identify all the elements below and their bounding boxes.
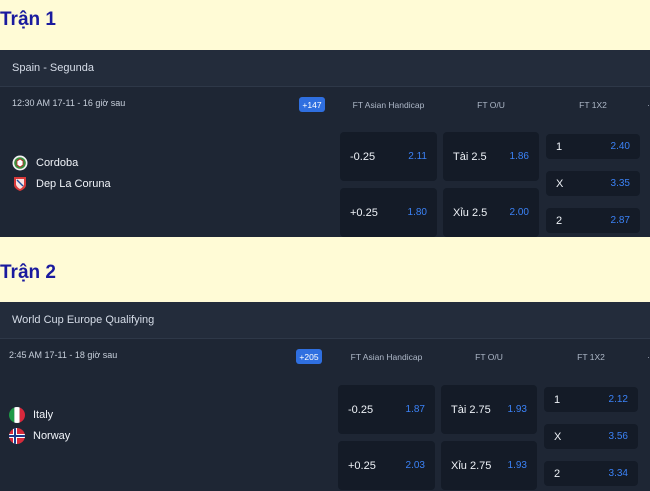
odds-cell-handicap-home[interactable]: -0.25 2.11 [340, 132, 437, 181]
odds-value: 1.87 [405, 404, 425, 415]
odds-label: 1 [554, 393, 561, 406]
odds-label: -0.25 [350, 150, 376, 163]
odds-cell-under[interactable]: Xỉu 2.5 2.00 [443, 188, 539, 237]
column-header-1x2: FT 1X2 [579, 100, 607, 110]
odds-value: 2.12 [608, 394, 628, 405]
section-match-1: Trận 1 Spain - Segunda 12:30 AM 17-11 - … [0, 0, 650, 237]
odds-label: -0.25 [348, 403, 374, 416]
odds-cell-1x2-home[interactable]: 1 2.12 [544, 387, 638, 412]
odds-cell-1x2-home[interactable]: 1 2.40 [546, 134, 640, 159]
team-away[interactable]: Dep La Coruna [12, 173, 111, 194]
section-header: Trận 2 [0, 237, 650, 302]
match-time: 12:30 AM 17-11 - 16 giờ sau [12, 98, 126, 108]
column-header-1x2: FT 1X2 [577, 352, 605, 362]
league-name: Spain - Segunda [12, 62, 94, 74]
teams-list: Cordoba Dep La Coruna [12, 152, 111, 194]
odds-value: 2.11 [408, 151, 427, 162]
odds-label: X [554, 430, 562, 443]
odds-cell-handicap-home[interactable]: -0.25 1.87 [338, 385, 435, 434]
match-time: 2:45 AM 17-11 - 18 giờ sau [9, 350, 118, 360]
odds-value: 1.86 [509, 151, 529, 162]
odds-value: 2.03 [405, 460, 425, 471]
match-card[interactable]: Spain - Segunda 12:30 AM 17-11 - 16 giờ … [0, 50, 650, 237]
odds-label: +0.25 [350, 206, 378, 219]
league-bar[interactable]: World Cup Europe Qualifying [0, 302, 650, 339]
league-name: World Cup Europe Qualifying [12, 314, 155, 326]
odds-cell-1x2-draw[interactable]: X 3.35 [546, 171, 640, 196]
odds-cell-handicap-away[interactable]: +0.25 1.80 [340, 188, 437, 237]
team-name: Dep La Coruna [36, 177, 111, 190]
italy-flag-icon [9, 406, 25, 423]
more-markets-button[interactable]: +205 [296, 349, 322, 364]
odds-label: 1 [556, 140, 563, 153]
odds-value: 1.80 [407, 207, 427, 218]
odds-label: 2 [556, 214, 563, 227]
league-bar[interactable]: Spain - Segunda [0, 50, 650, 87]
section-title: Trận 2 [0, 262, 56, 283]
section-title: Trận 1 [0, 9, 56, 30]
odds-value: 3.56 [608, 431, 628, 442]
odds-cell-1x2-away[interactable]: 2 3.34 [544, 461, 638, 486]
odds-label: Xỉu 2.75 [451, 459, 492, 472]
column-header-handicap: FT Asian Handicap [352, 100, 425, 110]
section-match-2: Trận 2 World Cup Europe Qualifying 2:45 … [0, 237, 650, 491]
odds-label: Tài 2.75 [451, 403, 491, 416]
odds-label: 2 [554, 467, 561, 480]
teams-list: Italy Norway [9, 404, 70, 446]
team-home[interactable]: Italy [9, 404, 70, 425]
column-header-ou: FT O/U [475, 352, 503, 362]
odds-label: Tài 2.5 [453, 150, 487, 163]
more-markets-button[interactable]: +147 [299, 97, 325, 112]
odds-cell-over[interactable]: Tài 2.75 1.93 [441, 385, 537, 434]
odds-cell-over[interactable]: Tài 2.5 1.86 [443, 132, 539, 181]
odds-cell-1x2-draw[interactable]: X 3.56 [544, 424, 638, 449]
dep-la-coruna-crest-icon [14, 176, 26, 191]
team-name: Norway [33, 429, 71, 442]
odds-label: X [556, 177, 564, 190]
odds-value: 2.00 [509, 207, 529, 218]
team-name: Italy [33, 408, 54, 421]
match-card[interactable]: World Cup Europe Qualifying 2:45 AM 17-1… [0, 302, 650, 491]
odds-value: 2.87 [610, 215, 630, 226]
column-header-handicap: FT Asian Handicap [350, 352, 423, 362]
norway-flag-icon [9, 427, 25, 444]
cordoba-crest-icon [12, 155, 28, 170]
odds-cell-1x2-away[interactable]: 2 2.87 [546, 208, 640, 233]
team-home[interactable]: Cordoba [12, 152, 111, 173]
odds-value: 3.34 [608, 468, 628, 479]
section-header: Trận 1 [0, 0, 650, 50]
odds-value: 2.40 [610, 141, 630, 152]
team-name: Cordoba [36, 156, 79, 169]
odds-cell-handicap-away[interactable]: +0.25 2.03 [338, 441, 435, 490]
odds-value: 1.93 [507, 460, 527, 471]
odds-label: Xỉu 2.5 [453, 206, 488, 219]
odds-cell-under[interactable]: Xỉu 2.75 1.93 [441, 441, 537, 490]
odds-label: +0.25 [348, 459, 376, 472]
column-header-ou: FT O/U [477, 100, 505, 110]
odds-value: 1.93 [507, 404, 527, 415]
odds-value: 3.35 [610, 178, 630, 189]
team-away[interactable]: Norway [9, 425, 70, 446]
